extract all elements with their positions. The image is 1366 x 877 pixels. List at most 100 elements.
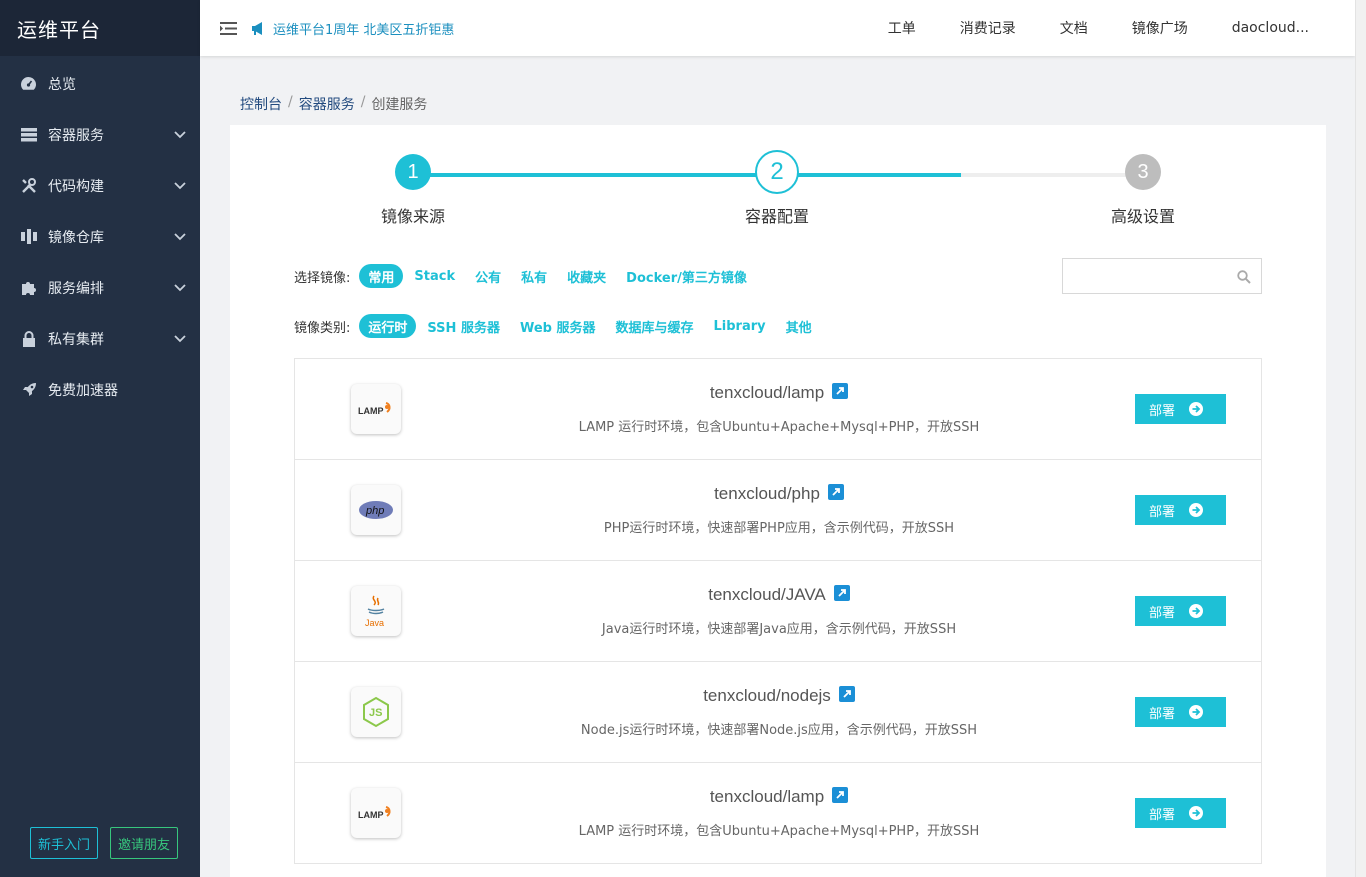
filter-chip-docker-third-party[interactable]: Docker/第三方镜像 [617, 264, 756, 288]
announcement[interactable]: 运维平台1周年 北美区五折钜惠 [251, 19, 454, 38]
image-title: tenxcloud/lamp [295, 383, 1263, 403]
deploy-button[interactable]: 部署 [1135, 394, 1226, 424]
image-description: LAMP 运行时环境，包含Ubuntu+Apache+Mysql+PHP，开放S… [578, 420, 980, 435]
deploy-button[interactable]: 部署 [1135, 697, 1226, 727]
sidebar-item-orchestration[interactable]: 服务编排 [0, 262, 200, 313]
image-name-link[interactable]: tenxcloud/nodejs [703, 686, 831, 705]
image-list: LAMP tenxcloud/lamp LAMP 运行时环境，包含Ubuntu+… [294, 358, 1262, 864]
menu-toggle-icon[interactable] [220, 21, 237, 35]
image-title: tenxcloud/php [295, 484, 1263, 504]
deploy-label: 部署 [1149, 403, 1176, 419]
breadcrumb-container-service[interactable]: 容器服务 [299, 94, 355, 114]
external-link-icon[interactable] [827, 484, 844, 500]
sidebar-item-label: 代码构建 [48, 178, 104, 195]
step-progress-line [777, 173, 961, 177]
external-link-icon[interactable] [838, 686, 855, 702]
sidebar-item-label: 总览 [48, 76, 76, 93]
sidebar-item-accelerator[interactable]: 免费加速器 [0, 364, 200, 415]
top-link-billing[interactable]: 消费记录 [960, 18, 1016, 38]
brand-title[interactable]: 运维平台 [0, 0, 200, 56]
filter-chip-public[interactable]: 公有 [466, 264, 510, 288]
top-link-image-square[interactable]: 镜像广场 [1132, 18, 1188, 38]
arrow-circle-right-icon [1188, 401, 1204, 421]
deploy-button[interactable]: 部署 [1135, 495, 1226, 525]
arrow-circle-right-icon [1188, 805, 1204, 825]
image-search-input[interactable] [1063, 259, 1223, 293]
server-icon [20, 126, 37, 143]
step-2-label: 容器配置 [744, 207, 809, 226]
image-title: tenxcloud/nodejs [295, 686, 1263, 706]
category-chip-ssh[interactable]: SSH 服务器 [418, 314, 509, 338]
sidebar-item-label: 镜像仓库 [48, 229, 104, 246]
filter-chip-private[interactable]: 私有 [512, 264, 556, 288]
category-chip-other[interactable]: 其他 [777, 314, 821, 338]
filter-chip-favorites[interactable]: 收藏夹 [558, 264, 615, 288]
sidebar-item-image-repo[interactable]: 镜像仓库 [0, 211, 200, 262]
top-nav-links: 工单 消费记录 文档 镜像广场 daocloud... [888, 0, 1309, 56]
step-wizard: 1 2 3 镜像来源 容器配置 高级设置 [230, 125, 1326, 235]
image-category-label: 镜像类别: [294, 320, 351, 336]
image-description: Node.js运行时环境，快速部署Node.js应用，含示例代码，开放SSH [580, 723, 978, 738]
svg-text:php: php [365, 505, 384, 517]
lock-icon [20, 330, 37, 347]
image-name-link[interactable]: tenxcloud/JAVA [708, 585, 826, 604]
sidebar-item-code-build[interactable]: 代码构建 [0, 160, 200, 211]
sidebar-item-label: 免费加速器 [48, 382, 118, 399]
filter-chip-common[interactable]: 常用 [359, 264, 404, 288]
sidebar-item-overview[interactable]: 总览 [0, 58, 200, 109]
beginner-guide-button[interactable]: 新手入门 [30, 827, 99, 859]
sidebar-item-label: 容器服务 [48, 127, 104, 144]
breadcrumb: 控制台 / 容器服务 / 创建服务 [240, 94, 427, 114]
svg-text:JS: JS [369, 707, 382, 719]
arrow-circle-right-icon [1188, 603, 1204, 623]
deploy-button[interactable]: 部署 [1135, 798, 1226, 828]
image-name-link[interactable]: tenxcloud/lamp [710, 787, 824, 806]
search-icon[interactable] [1237, 269, 1251, 288]
invite-friends-button[interactable]: 邀请朋友 [110, 827, 179, 859]
external-link-icon[interactable] [832, 787, 849, 803]
step-pending-line [961, 173, 1143, 177]
rocket-icon [20, 381, 37, 398]
step-1-circle: 1 [395, 154, 431, 190]
announcement-text: 运维平台1周年 北美区五折钜惠 [273, 22, 455, 38]
deploy-button[interactable]: 部署 [1135, 596, 1226, 626]
category-chip-web[interactable]: Web 服务器 [511, 314, 605, 338]
top-link-ticket[interactable]: 工单 [888, 18, 916, 38]
image-name-link[interactable]: tenxcloud/php [714, 484, 820, 503]
chevron-down-icon [174, 331, 186, 347]
category-chip-database[interactable]: 数据库与缓存 [607, 314, 703, 338]
breadcrumb-separator: / [360, 94, 366, 110]
sidebar-item-container-service[interactable]: 容器服务 [0, 109, 200, 160]
image-description: LAMP 运行时环境，包含Ubuntu+Apache+Mysql+PHP，开放S… [578, 824, 980, 839]
image-title: tenxcloud/lamp [295, 787, 1263, 807]
image-search-box[interactable] [1062, 258, 1262, 294]
external-link-icon[interactable] [833, 585, 850, 601]
tools-icon [20, 177, 37, 194]
image-name-link[interactable]: tenxcloud/lamp [710, 383, 824, 402]
deploy-label: 部署 [1149, 706, 1176, 722]
sidebar: 运维平台 总览 容器服务 代码构建 镜像仓库 服务编排 私有集群 免费加速器 新… [0, 0, 200, 877]
dashboard-icon [20, 75, 37, 92]
user-menu[interactable]: daocloud... [1232, 20, 1309, 36]
deploy-label: 部署 [1149, 504, 1176, 520]
sidebar-item-label: 私有集群 [48, 331, 104, 348]
top-link-docs[interactable]: 文档 [1060, 18, 1088, 38]
breadcrumb-console[interactable]: 控制台 [240, 94, 282, 114]
external-link-icon[interactable] [832, 383, 849, 399]
image-source-label: 选择镜像: [294, 270, 351, 286]
category-chip-runtime[interactable]: 运行时 [359, 314, 417, 338]
svg-text:LAMP: LAMP [358, 406, 384, 416]
list-item: php tenxcloud/php PHP运行时环境，快速部署PHP应用，含示例… [295, 460, 1261, 561]
list-item: Java tenxcloud/JAVA Java运行时环境，快速部署Java应用… [295, 561, 1261, 662]
image-title: tenxcloud/JAVA [295, 585, 1263, 605]
image-source-filter: 选择镜像: 常用 Stack 公有 私有 收藏夹 Docker/第三方镜像 [294, 264, 758, 288]
category-chip-library[interactable]: Library [705, 314, 775, 338]
step-3-circle: 3 [1125, 154, 1161, 190]
chevron-down-icon [174, 229, 186, 245]
step-3-label: 高级设置 [1110, 207, 1175, 226]
filter-chip-stack[interactable]: Stack [405, 264, 464, 288]
step-progress-line [413, 173, 778, 177]
sidebar-item-private-cluster[interactable]: 私有集群 [0, 313, 200, 364]
deploy-label: 部署 [1149, 605, 1176, 621]
page-scrollbar[interactable] [1355, 0, 1366, 877]
